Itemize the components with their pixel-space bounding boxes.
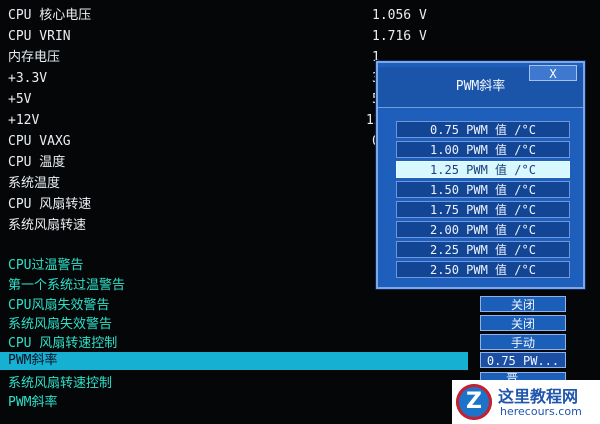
pwm-option-2-25[interactable]: 2.25 PWM 值 /°C xyxy=(396,241,570,258)
pwm-option-1-50[interactable]: 1.50 PWM 值 /°C xyxy=(396,181,570,198)
pwm-slope-popup: PWM斜率 X 0.75 PWM 值 /°C 1.00 PWM 值 /°C 1.… xyxy=(376,61,585,289)
site-watermark: Z 这里教程网 herecours.com xyxy=(452,380,600,424)
site-logo-icon: Z xyxy=(456,384,492,420)
system-fan-fail-warning-value[interactable]: 关闭 xyxy=(480,315,566,331)
pwm-option-2-50[interactable]: 2.50 PWM 值 /°C xyxy=(396,261,570,278)
pwm-option-1-75[interactable]: 1.75 PWM 值 /°C xyxy=(396,201,570,218)
cpu-fan-speed-control-value[interactable]: 手动 xyxy=(480,334,566,350)
pwm-slope-cpu-value[interactable]: 0.75 PW... xyxy=(480,352,566,368)
close-icon[interactable]: X xyxy=(529,65,577,81)
pwm-option-0-75[interactable]: 0.75 PWM 值 /°C xyxy=(396,121,570,138)
watermark-title: 这里教程网 xyxy=(498,387,579,406)
cpu-fan-fail-warning-value[interactable]: 关闭 xyxy=(480,296,566,312)
pwm-option-2-00[interactable]: 2.00 PWM 值 /°C xyxy=(396,221,570,238)
pwm-option-1-00[interactable]: 1.00 PWM 值 /°C xyxy=(396,141,570,158)
pwm-option-1-25[interactable]: 1.25 PWM 值 /°C xyxy=(396,161,570,178)
watermark-url: herecours.com xyxy=(500,405,582,418)
selected-row-highlight xyxy=(0,352,468,370)
